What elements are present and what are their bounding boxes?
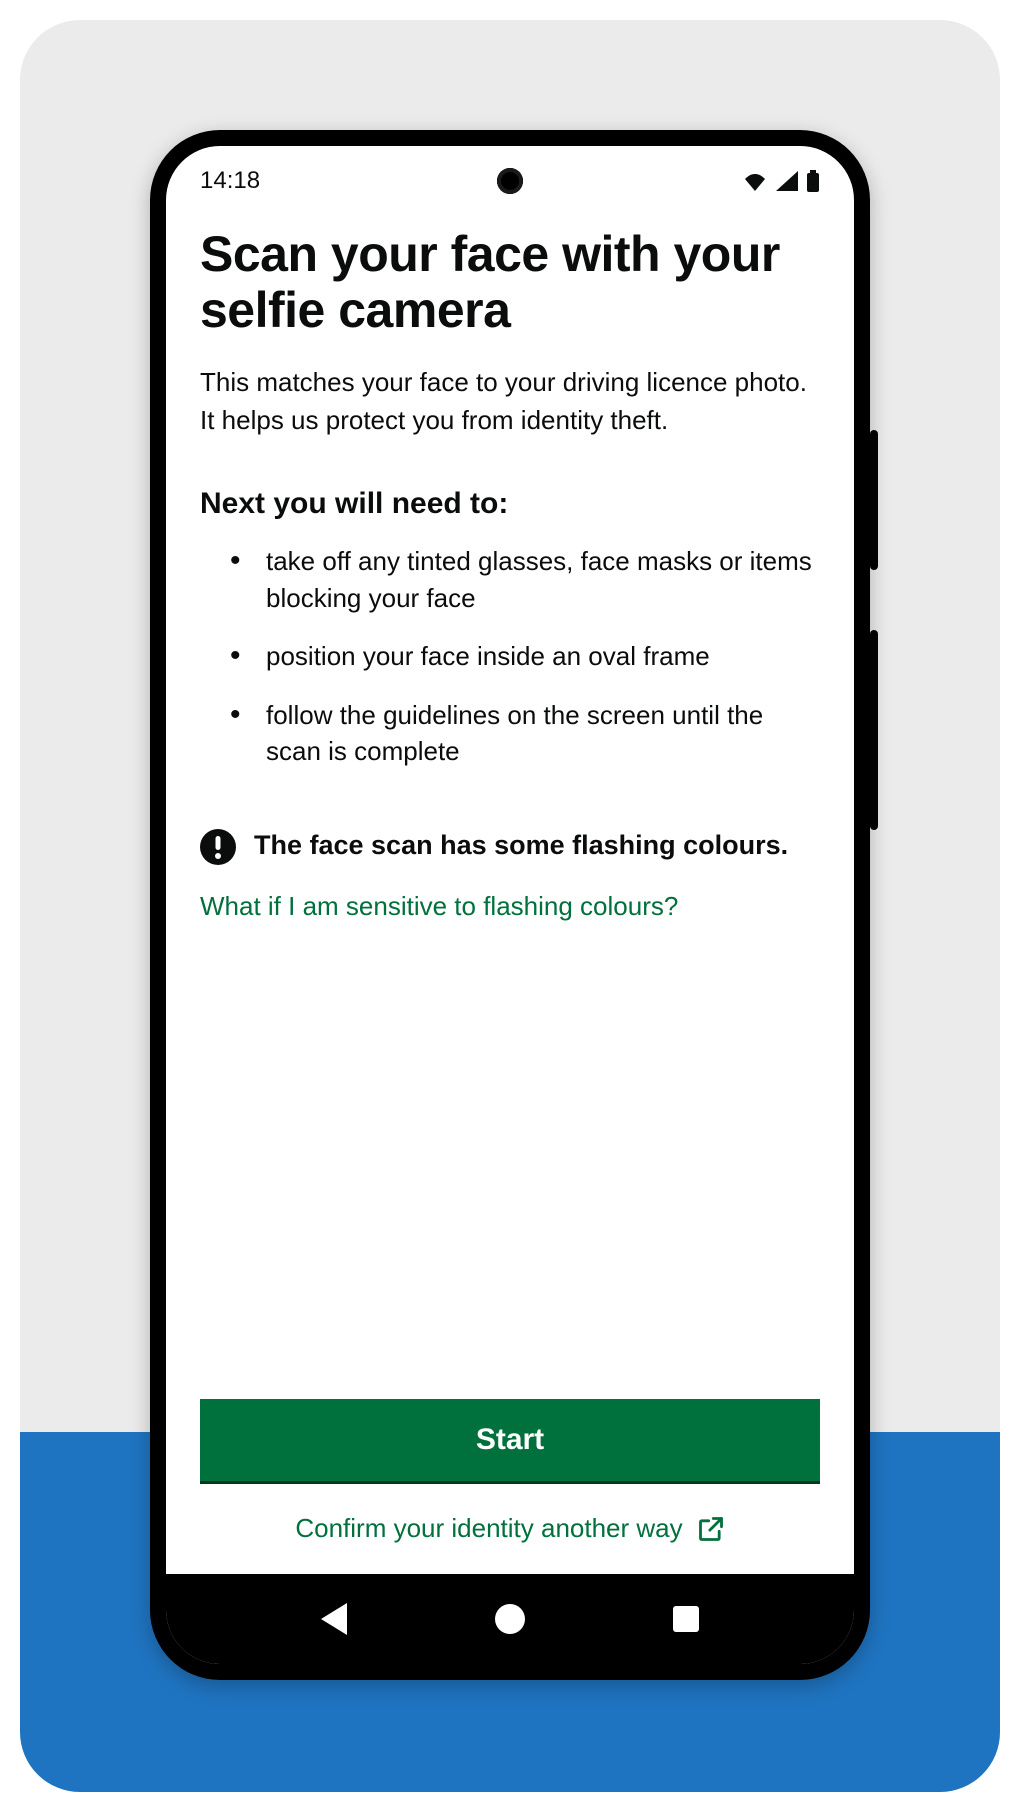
status-icons bbox=[742, 170, 820, 192]
list-item: position your face inside an oval frame bbox=[230, 638, 820, 674]
status-time: 14:18 bbox=[200, 167, 260, 195]
recent-square-icon bbox=[673, 1606, 699, 1632]
back-triangle-icon bbox=[321, 1603, 347, 1635]
phone-side-button bbox=[870, 430, 878, 570]
steps-heading: Next you will need to: bbox=[200, 487, 820, 521]
phone-frame: 14:18 Scan your f bbox=[150, 130, 870, 1680]
page-lead: This matches your face to your driving l… bbox=[200, 364, 820, 439]
battery-icon bbox=[806, 170, 820, 192]
external-link-icon bbox=[697, 1515, 725, 1543]
signal-icon bbox=[776, 171, 798, 191]
list-item: take off any tinted glasses, face masks … bbox=[230, 543, 820, 616]
steps-list: take off any tinted glasses, face masks … bbox=[200, 543, 820, 791]
spacer bbox=[200, 922, 820, 1399]
alt-row: Confirm your identity another way bbox=[200, 1513, 820, 1544]
sensitive-colours-link[interactable]: What if I am sensitive to flashing colou… bbox=[200, 891, 820, 922]
phone-screen: 14:18 Scan your f bbox=[166, 146, 854, 1664]
page-title: Scan your face with your selfie camera bbox=[200, 226, 820, 338]
exclamation-icon bbox=[200, 829, 236, 865]
camera-punch-hole-icon bbox=[497, 168, 523, 194]
home-circle-icon bbox=[495, 1604, 525, 1634]
android-nav-bar bbox=[166, 1574, 854, 1664]
confirm-another-way-link[interactable]: Confirm your identity another way bbox=[295, 1513, 682, 1544]
actions: Start Confirm your identity another way bbox=[200, 1399, 820, 1574]
nav-back-button[interactable] bbox=[314, 1599, 354, 1639]
nav-home-button[interactable] bbox=[490, 1599, 530, 1639]
nav-recent-button[interactable] bbox=[666, 1599, 706, 1639]
warning-text: The face scan has some flashing colours. bbox=[254, 827, 788, 863]
stage: 14:18 Scan your f bbox=[0, 0, 1020, 1812]
wifi-icon bbox=[742, 171, 768, 191]
phone-side-button bbox=[870, 630, 878, 830]
warning-row: The face scan has some flashing colours. bbox=[200, 827, 820, 865]
start-button[interactable]: Start bbox=[200, 1399, 820, 1481]
list-item: follow the guidelines on the screen unti… bbox=[230, 697, 820, 770]
background-card: 14:18 Scan your f bbox=[20, 20, 1000, 1792]
page-content: Scan your face with your selfie camera T… bbox=[166, 216, 854, 1574]
